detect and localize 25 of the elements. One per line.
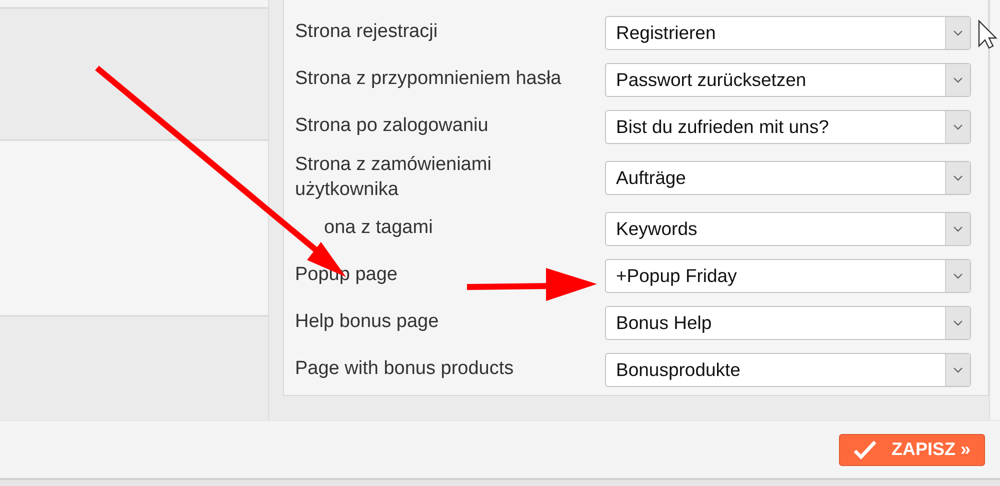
field-label: Help bonus page [295,310,439,334]
field-label: Popup page [295,263,398,288]
page-dropdown[interactable]: Bonus Help [605,306,971,340]
field-label: Strona rejestracji [295,20,438,44]
page-dropdown[interactable]: Passwort zurücksetzen [605,62,971,96]
chevron-down-icon [953,30,963,36]
field-label: Strona z zamówieniami użytkownika [295,152,492,202]
chevron-down-icon [953,320,963,326]
field-label: Strona po zalogowaniu [295,114,488,138]
chevron-down-icon [953,174,963,180]
checkmark-icon [853,440,878,460]
page-dropdown[interactable]: Aufträge [605,160,971,194]
page-dropdown[interactable]: Keywords [605,212,971,246]
field-label: Strona z przypomnieniem hasła [295,67,562,92]
chevron-down-icon [953,366,963,372]
chevron-down-icon [953,124,963,130]
page-dropdown[interactable]: Registrieren [605,16,971,50]
field-label: Page with bonus products [295,357,514,382]
chevron-down-icon [953,76,963,82]
field-label: ona z tagami [324,216,433,240]
chevron-down-icon [953,272,963,278]
chevron-down-icon [953,226,963,232]
page-dropdown[interactable]: Bonusprodukte [605,352,971,386]
page-dropdown[interactable]: +Popup Friday [605,258,971,292]
page-dropdown[interactable]: Bist du zufrieden mit uns? [605,110,971,144]
